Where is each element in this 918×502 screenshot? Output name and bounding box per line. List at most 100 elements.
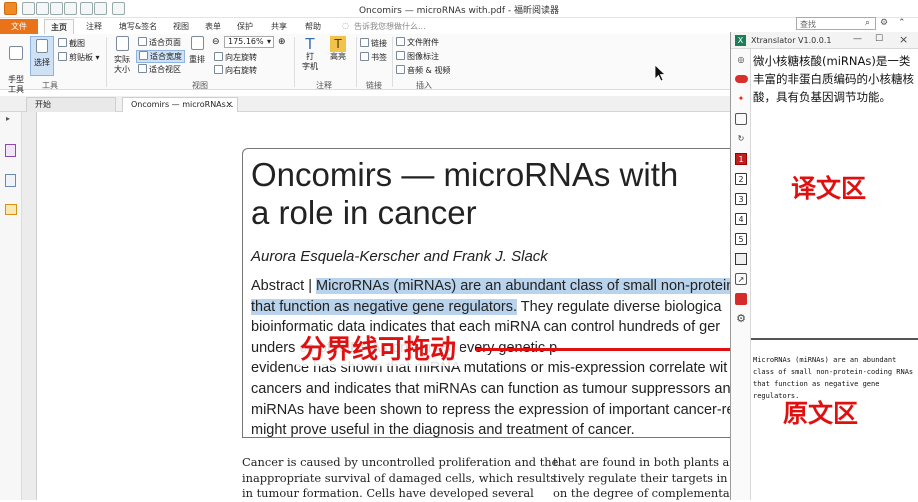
zoom-select[interactable]: 175.16% ▾ (224, 36, 274, 48)
hand-tool-button[interactable]: 手型 工具 (4, 36, 28, 95)
annotation-arrow-shaft (476, 348, 744, 351)
search-icon[interactable]: ⌕ (865, 18, 870, 28)
abstract-line: cancers and indicates that miRNAs can fu… (251, 380, 730, 397)
links-group-label: 链接 (366, 81, 382, 90)
tell-me-hint[interactable]: 告诉我您想做什么... (354, 19, 474, 34)
image-icon (396, 51, 405, 60)
comments-icon[interactable] (5, 204, 17, 215)
typewriter-button[interactable]: T 打 字机 (298, 36, 322, 72)
rotate-left-button[interactable]: 向左旋转 (214, 52, 257, 63)
copy-icon[interactable] (735, 113, 747, 125)
menu-fill-sign[interactable]: 填写&签名 (114, 19, 162, 34)
refresh-icon[interactable]: ↻ (735, 133, 747, 145)
selected-text: that function as negative gene regulator… (251, 298, 518, 315)
bookmark-label: 书签 (371, 53, 387, 62)
divider-annotation-label: 分界线可拖动 (296, 334, 461, 366)
menu-file[interactable]: 文件 (0, 19, 38, 34)
body-line: in tumour formation. Cells have develope… (242, 486, 534, 501)
tab-start[interactable]: 开始 (26, 97, 116, 112)
select-tool-label: 选择 (34, 58, 50, 67)
menu-home[interactable]: 主页 (44, 19, 74, 34)
page-5-button[interactable]: 5 (735, 233, 747, 245)
page-icon (115, 36, 129, 51)
pane-divider[interactable] (751, 338, 918, 340)
pdf-icon[interactable] (735, 293, 747, 305)
select-tool-button[interactable]: 选择 (30, 36, 54, 76)
fit-visible-button[interactable]: 适合视区 (138, 64, 181, 75)
tab-start-label: 开始 (35, 100, 51, 109)
page-3-button[interactable]: 3 (735, 193, 747, 205)
article-title: Oncomirs — microRNAs with a role in canc… (251, 156, 678, 232)
minimize-icon[interactable]: — (853, 34, 862, 44)
xtranslator-window: X Xtranslator V1.0.0.1 — ☐ × ◎ ✦ ↻ 1 2 3… (730, 32, 918, 500)
attachment-icon (396, 37, 405, 46)
screen-icon[interactable] (735, 253, 747, 265)
layers-icon[interactable] (5, 174, 16, 187)
highlight-icon: T (330, 36, 346, 52)
export-icon[interactable]: ↗ (735, 273, 747, 285)
xtranslator-title-bar[interactable]: X Xtranslator V1.0.0.1 — ☐ × (731, 32, 918, 49)
pin-icon[interactable]: ✦ (735, 93, 747, 105)
zoom-out-icon[interactable]: ⊖ (212, 37, 220, 47)
maximize-icon[interactable]: ☐ (875, 34, 883, 44)
ribbon-divider (294, 37, 295, 87)
reflow-button[interactable]: 重排 (186, 36, 208, 65)
pages-icon[interactable] (5, 144, 16, 157)
audio-video-button[interactable]: 音频 & 视频 (396, 65, 450, 76)
menu-protect[interactable]: 保护 (232, 19, 258, 34)
clipboard-icon (58, 52, 67, 61)
view-group-label: 视图 (192, 81, 208, 90)
zoom-value: 175.16% (228, 37, 264, 46)
body-line: Cancer is caused by uncontrolled prolife… (242, 455, 559, 469)
close-tab-icon[interactable]: × (225, 98, 233, 112)
menu-comment[interactable]: 注释 (80, 19, 108, 34)
fit-page-label: 适合页面 (149, 38, 181, 47)
body-line: tively regulate their targets in one of … (553, 470, 730, 485)
insert-group-label: 插入 (416, 81, 432, 90)
zoom-in-icon[interactable]: ⊕ (278, 37, 286, 47)
reflow-label: 重排 (189, 55, 205, 64)
bookmark-icon (360, 52, 369, 61)
hand-tool-label: 手型 工具 (8, 75, 24, 94)
abstract-line-text: They regulate diverse biologica (517, 298, 722, 315)
settings-gear-icon[interactable]: ⚙ (880, 18, 888, 28)
title-line: a role in cancer (251, 194, 477, 231)
page-2-button[interactable]: 2 (735, 173, 747, 185)
abstract-line: that function as negative gene regulator… (251, 297, 730, 318)
typewriter-icon: T (305, 35, 315, 53)
page-1-button[interactable]: 1 (735, 153, 747, 165)
menu-share[interactable]: 共享 (266, 19, 292, 34)
fit-visible-label: 适合视区 (149, 65, 181, 74)
eye-off-icon[interactable]: ◎ (735, 54, 747, 66)
page-4-button[interactable]: 4 (735, 213, 747, 225)
rotate-right-button[interactable]: 向右旋转 (214, 65, 257, 76)
fit-width-button[interactable]: 适合宽度 (136, 50, 185, 63)
highlight-button[interactable]: T 高亮 (326, 36, 350, 62)
file-attachment-button[interactable]: 文件附件 (396, 37, 439, 48)
fit-page-button[interactable]: 适合页面 (138, 37, 181, 48)
tab-document[interactable]: Oncomirs — microRNAs... × (122, 97, 238, 112)
expand-panel-icon[interactable]: ▸ (6, 114, 10, 123)
minimize-ribbon-icon[interactable]: ⌃ (898, 18, 906, 28)
image-annotation-button[interactable]: 图像标注 (396, 51, 439, 62)
window-title: Oncomirs — microRNAs with.pdf - 福昕阅读器 (358, 6, 560, 16)
menu-view[interactable]: 视图 (168, 19, 194, 34)
source-area-label: 原文区 (783, 399, 859, 428)
close-icon[interactable]: × (899, 33, 908, 46)
menu-form[interactable]: 表单 (200, 19, 226, 34)
link-button[interactable]: 链接 (360, 38, 387, 49)
settings-icon[interactable]: ⚙ (735, 313, 747, 325)
screenshot-button[interactable]: 截图 (58, 38, 85, 49)
menu-help[interactable]: 帮助 (300, 19, 326, 34)
bookmark-button[interactable]: 书签 (360, 52, 387, 63)
clipboard-button[interactable]: 剪贴板 ▾ (58, 52, 100, 63)
title-line: Oncomirs — microRNAs with (251, 156, 679, 193)
tools-group-label: 工具 (42, 81, 58, 90)
search-input[interactable]: 查找 ⌕ (796, 17, 876, 30)
body-column-2: that are found in both plants and animal… (553, 455, 730, 502)
translation-text[interactable]: 微小核糖核酸(miRNAs)是一类丰富的非蛋白质编码的小核糖核酸，具有负基因调节… (753, 52, 915, 106)
ribbon-divider (106, 37, 107, 87)
actual-size-button[interactable]: 实际 大小 (110, 36, 134, 75)
fit-page-icon (138, 37, 147, 46)
toggle-icon[interactable] (735, 75, 748, 83)
